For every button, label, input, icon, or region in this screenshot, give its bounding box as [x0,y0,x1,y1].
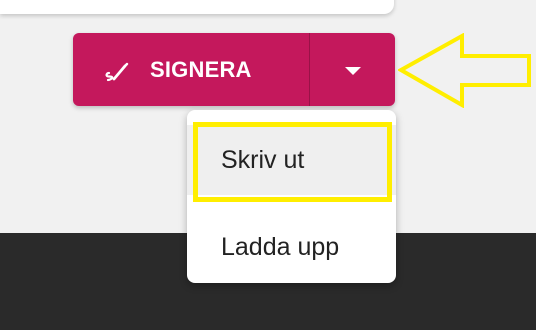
chevron-down-icon [344,66,361,75]
sign-dropdown-menu: Skriv ut Ladda upp [187,110,396,283]
sign-dropdown-toggle[interactable] [310,33,395,106]
menu-item-print[interactable]: Skriv ut [187,125,396,195]
sign-split-button: SIGNERA [73,33,395,106]
menu-item-upload[interactable]: Ladda upp [187,212,396,282]
menu-item-print-label: Skriv ut [221,145,305,174]
menu-item-upload-label: Ladda upp [221,232,340,261]
sign-button[interactable]: SIGNERA [73,33,309,106]
signature-pen-icon [102,55,132,85]
sign-button-label: SIGNERA [150,56,252,82]
arrow-left-outline-icon [398,33,531,108]
top-card [0,0,394,14]
